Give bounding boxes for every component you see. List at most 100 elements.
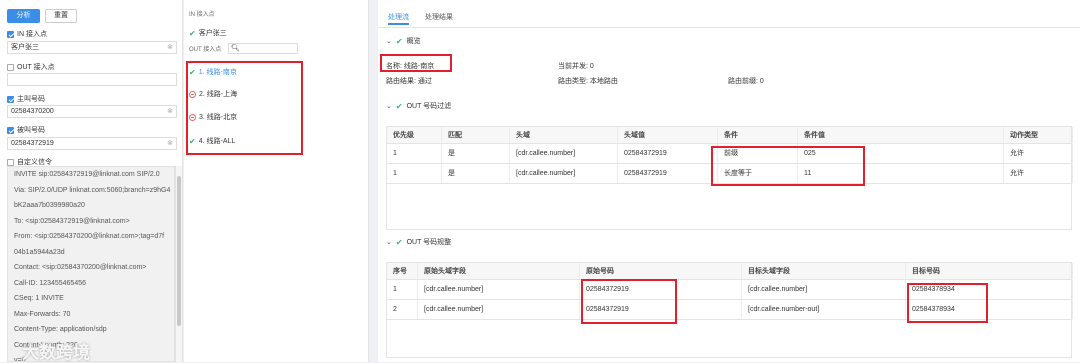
normalize-title: OUT 号码规整 bbox=[406, 239, 452, 246]
column-header: 匹配 bbox=[442, 127, 510, 143]
clear-icon[interactable]: ⊗ bbox=[167, 138, 173, 149]
filter-header[interactable]: ⌄ ✔ OUT 号码过滤 bbox=[386, 101, 451, 111]
table-cell: 1 bbox=[387, 144, 442, 163]
mid-out-label: OUT 接入点 bbox=[189, 47, 222, 53]
column-header: 原始头域字段 bbox=[418, 263, 580, 279]
in-label: IN 接入点 bbox=[17, 31, 47, 38]
sip-line: Max-Forwards: 70 bbox=[14, 310, 71, 318]
filter-title: OUT 号码过滤 bbox=[406, 103, 452, 110]
clear-icon[interactable]: ⊗ bbox=[167, 106, 173, 117]
custom-checkbox[interactable] bbox=[7, 158, 14, 166]
check-icon: ✔ bbox=[395, 237, 403, 247]
table-header-row: 序号 原始头域字段 原始号码 目标头域字段 目标号码 bbox=[387, 263, 1073, 280]
caller-checkbox[interactable] bbox=[7, 95, 14, 103]
out-checkbox-row[interactable]: OUT 接入点 bbox=[7, 62, 55, 72]
callee-field[interactable]: 02584372919 ⊗ bbox=[7, 137, 177, 150]
minus-circle-icon bbox=[189, 90, 196, 98]
route-item[interactable]: 2. 线路-上海 bbox=[189, 89, 237, 99]
column-header: 原始号码 bbox=[580, 263, 742, 279]
callee-checkbox[interactable] bbox=[7, 126, 14, 134]
overview-title: 概览 bbox=[406, 38, 421, 45]
caller-field[interactable]: 02584370200 ⊗ bbox=[7, 105, 177, 118]
column-header: 序号 bbox=[387, 263, 418, 279]
route-item[interactable]: ✔ 4. 线路-ALL bbox=[189, 136, 235, 146]
chevron-down-icon: ⌄ bbox=[386, 239, 392, 246]
mid-in-label: IN 接入点 bbox=[189, 12, 215, 18]
table-cell: [cdr.callee.number] bbox=[418, 280, 580, 299]
callee-checkbox-row[interactable]: 被叫号码 bbox=[7, 125, 45, 135]
column-header: 头域 bbox=[510, 127, 618, 143]
in-field-value: 客户张三 bbox=[11, 44, 39, 51]
table-row: 1 是 [cdr.callee.number] 02584372919 前缀 025 允许 bbox=[387, 144, 1073, 164]
sip-textarea[interactable]: INVITE sip:02584372919@linknat.com SIP/2… bbox=[7, 166, 175, 362]
table-cell: 允许 bbox=[1004, 144, 1073, 163]
overview-name: 名称: 线路-南京 bbox=[386, 63, 435, 70]
table-cell: 02584378934 bbox=[906, 300, 1073, 319]
overview-header[interactable]: ⌄ ✔ 概览 bbox=[386, 36, 421, 46]
sip-line: From: <sip:02584370200@linknat.com>;tag=… bbox=[14, 233, 165, 240]
left-panel: 分析 重置 IN 接入点 客户张三 ⊗ OUT 接入点 主叫号码 02584370… bbox=[0, 0, 183, 362]
table-cell: 025 bbox=[798, 144, 1004, 163]
caller-checkbox-row[interactable]: 主叫号码 bbox=[7, 94, 45, 104]
mid-search-input[interactable]: 🔍︎ bbox=[228, 43, 298, 54]
column-header: 优先级 bbox=[387, 127, 442, 143]
table-header-row: 优先级 匹配 头域 头域值 条件 条件值 动作类型 bbox=[387, 127, 1073, 144]
table-cell: 1 bbox=[387, 164, 442, 183]
table-cell: [cdr.callee.number-out] bbox=[742, 300, 906, 319]
table-cell: [cdr.callee.number] bbox=[742, 280, 906, 299]
table-row: 1 [cdr.callee.number] 02584372919 [cdr.call… bbox=[387, 280, 1073, 300]
check-icon: ✔ bbox=[395, 36, 403, 46]
caller-label: 主叫号码 bbox=[17, 96, 45, 103]
table-cell: [cdr.callee.number] bbox=[510, 164, 618, 183]
in-field[interactable]: 客户张三 ⊗ bbox=[7, 41, 177, 54]
tab-result[interactable]: 处理结果 bbox=[425, 11, 453, 25]
scrollbar-thumb[interactable] bbox=[177, 176, 181, 326]
table-cell: 前缀 bbox=[718, 144, 798, 163]
check-icon: ✔ bbox=[395, 101, 403, 111]
table-row: 2 [cdr.callee.number] 02584372919 [cdr.call… bbox=[387, 300, 1073, 320]
out-checkbox[interactable] bbox=[7, 63, 14, 71]
scrollbar[interactable] bbox=[175, 166, 182, 362]
out-field[interactable] bbox=[7, 73, 177, 86]
route-item[interactable]: ✔ 1. 线路-南京 bbox=[189, 67, 237, 77]
table-cell: 11 bbox=[798, 164, 1004, 183]
in-checkbox-row[interactable]: IN 接入点 bbox=[7, 29, 47, 39]
table-cell: [cdr.callee.number] bbox=[510, 144, 618, 163]
column-header: 动作类型 bbox=[1004, 127, 1073, 143]
route-label: 4. 线路-ALL bbox=[198, 138, 236, 145]
chevron-down-icon: ⌄ bbox=[386, 103, 392, 110]
sip-line: Via: SIP/2.0/UDP linknat.com:5060;branch… bbox=[14, 186, 171, 194]
route-item[interactable]: 3. 线路-北京 bbox=[189, 112, 237, 122]
route-label: 1. 线路-南京 bbox=[198, 69, 237, 76]
tab-flow[interactable]: 处理流 bbox=[388, 11, 409, 25]
normalize-header[interactable]: ⌄ ✔ OUT 号码规整 bbox=[386, 237, 451, 247]
sip-line: Contact: <sip:02584370200@linknat.com> bbox=[14, 264, 147, 271]
table-cell: 02584378934 bbox=[906, 280, 1073, 299]
sip-line: 04b1a5944a23d bbox=[14, 248, 65, 256]
in-checkbox[interactable] bbox=[7, 30, 14, 38]
sip-line: INVITE sip:02584372919@linknat.com SIP/2… bbox=[14, 171, 160, 178]
column-header: 头域值 bbox=[618, 127, 718, 143]
sip-line: CSeq: 1 INVITE bbox=[14, 295, 64, 302]
table-cell: 长度等于 bbox=[718, 164, 798, 183]
check-icon: ✔ bbox=[189, 136, 196, 146]
sip-line: Content-Type: application/sdp bbox=[14, 326, 107, 333]
overview-route-type: 路由类型: 本地路由 bbox=[558, 78, 618, 85]
table-cell: 02584372919 bbox=[580, 300, 742, 319]
reset-button[interactable]: 重置 bbox=[45, 9, 77, 23]
table-cell: 02584372919 bbox=[618, 164, 718, 183]
overview-concurrency: 当前并发: 0 bbox=[558, 63, 594, 70]
table-cell: 允许 bbox=[1004, 164, 1073, 183]
minus-circle-icon bbox=[189, 113, 196, 121]
column-header: 目标号码 bbox=[906, 263, 1073, 279]
table-cell: 是 bbox=[442, 164, 510, 183]
table-cell: 2 bbox=[387, 300, 418, 319]
middle-panel bbox=[184, 0, 369, 362]
mid-in-item[interactable]: ✔ 客户张三 bbox=[189, 28, 227, 38]
table-cell: 02584372919 bbox=[618, 144, 718, 163]
route-label: 2. 线路-上海 bbox=[199, 91, 238, 98]
mid-in-item-label: 客户张三 bbox=[198, 30, 227, 37]
analyze-button[interactable]: 分析 bbox=[7, 9, 40, 23]
clear-icon[interactable]: ⊗ bbox=[167, 42, 173, 53]
sip-line: Call-ID: 123455465456 bbox=[14, 279, 86, 287]
